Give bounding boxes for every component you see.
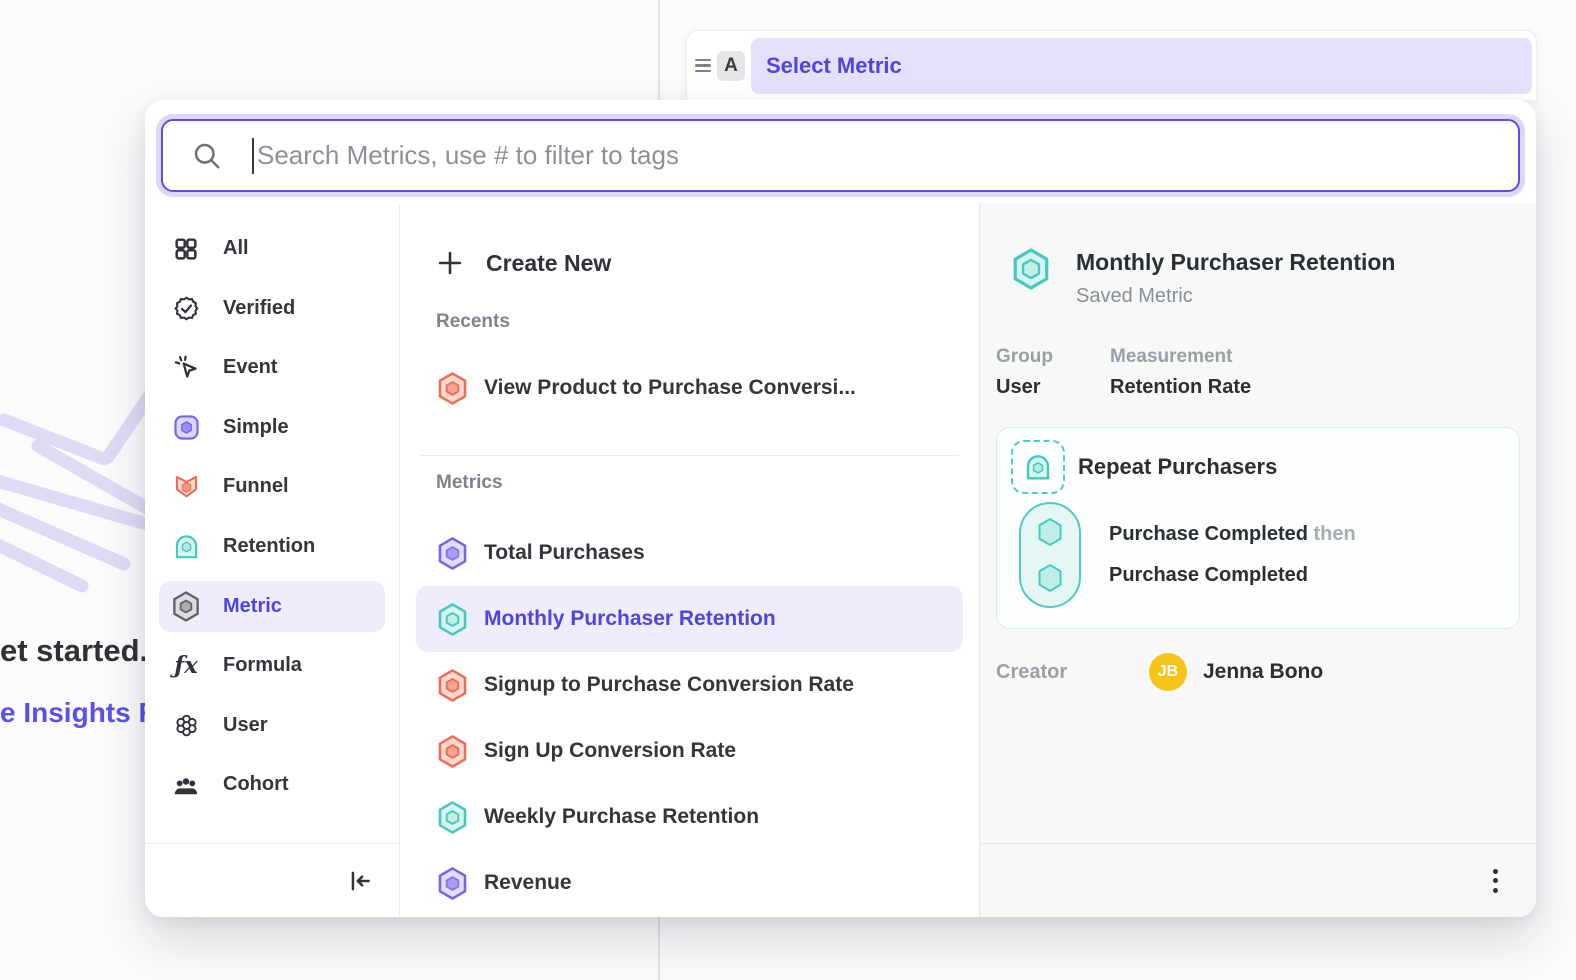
sidebar-item-label: Metric — [223, 595, 282, 618]
metrics-section-header: Metrics — [400, 472, 979, 494]
drag-handle-icon[interactable] — [695, 59, 711, 73]
recent-item[interactable]: View Product to Purchase Conversi... — [416, 355, 963, 421]
definition-steps: Purchase Completed then Purchase Complet… — [1109, 514, 1356, 596]
step-1: Purchase Completed — [1109, 523, 1308, 545]
section-divider — [420, 455, 959, 456]
creator-label: Creator — [996, 661, 1078, 684]
detail-title: Monthly Purchaser Retention — [1076, 247, 1395, 277]
metric-row-badge: A — [717, 51, 745, 81]
metric-item-monthly-purchaser-retention[interactable]: Monthly Purchaser Retention — [416, 586, 963, 652]
more-options-icon[interactable] — [1487, 863, 1504, 899]
background-headline-fragment: et started. — [0, 633, 148, 669]
metric-item-label: Sign Up Conversion Rate — [484, 739, 736, 763]
sidebar-item-label: User — [223, 714, 267, 737]
create-new-label: Create New — [486, 250, 611, 277]
retention-icon — [171, 531, 201, 561]
sidebar-item-label: Cohort — [223, 773, 289, 796]
search-field[interactable] — [161, 119, 1520, 192]
search-input[interactable] — [254, 140, 1500, 171]
avatar: JB — [1149, 653, 1187, 691]
metric-picker-modal: All Verified — [145, 100, 1536, 917]
cohort-icon — [171, 770, 201, 800]
event-sequence-capsule — [1019, 502, 1081, 608]
metric-row-bar: A Select Metric — [686, 30, 1537, 100]
sidebar-item-metric[interactable]: Metric — [159, 581, 385, 632]
measurement-value: Retention Rate — [1110, 376, 1251, 399]
sidebar-item-label: Verified — [223, 297, 295, 320]
collapse-sidebar-icon[interactable] — [347, 868, 373, 894]
recent-item-label: View Product to Purchase Conversi... — [484, 376, 856, 400]
metric-item-signup-to-purchase[interactable]: Signup to Purchase Conversion Rate — [416, 652, 963, 718]
sidebar-item-label: Simple — [223, 416, 289, 439]
measurement-field: Measurement Retention Rate — [1110, 346, 1251, 399]
funnel-icon — [171, 472, 201, 502]
measurement-label: Measurement — [1110, 346, 1251, 368]
event-hexagon-icon — [1035, 562, 1065, 594]
saved-metric-icon — [1010, 247, 1052, 291]
sidebar-item-event[interactable]: Event — [159, 342, 385, 393]
filter-sidebar: All Verified — [145, 203, 400, 917]
group-value: User — [996, 376, 1086, 399]
event-hexagon-icon — [1035, 516, 1065, 548]
cursor-spark-icon — [171, 353, 201, 383]
creator-name: Jenna Bono — [1203, 660, 1323, 684]
metric-icon — [436, 668, 469, 703]
metric-item-weekly-purchase-retention[interactable]: Weekly Purchase Retention — [416, 784, 963, 850]
sidebar-item-retention[interactable]: Retention — [159, 521, 385, 572]
metric-icon — [436, 734, 469, 769]
metric-icon — [436, 866, 469, 901]
sidebar-item-label: Formula — [223, 654, 302, 677]
sidebar-item-user[interactable]: User — [159, 700, 385, 751]
metric-hexagon-icon — [171, 591, 201, 621]
step-2: Purchase Completed — [1109, 564, 1308, 586]
metric-item-label: Total Purchases — [484, 541, 645, 565]
group-field: Group User — [996, 346, 1086, 399]
sidebar-item-formula[interactable]: ƒx Formula — [159, 640, 385, 691]
definition-name: Repeat Purchasers — [1078, 454, 1277, 480]
sidebar-item-label: Retention — [223, 535, 315, 558]
sidebar-footer — [145, 843, 399, 917]
group-label: Group — [996, 346, 1086, 368]
metric-icon — [436, 800, 469, 835]
creator-row: Creator JB Jenna Bono — [996, 653, 1520, 691]
definition-card: Repeat Purchasers Purchase Completed the… — [996, 427, 1520, 629]
plus-icon — [436, 249, 464, 277]
create-new-button[interactable]: Create New — [416, 235, 963, 291]
verified-badge-icon — [171, 293, 201, 323]
metric-item-sign-up-conversion[interactable]: Sign Up Conversion Rate — [416, 718, 963, 784]
step-connector: then — [1314, 523, 1356, 545]
metric-item-revenue[interactable]: Revenue — [416, 850, 963, 916]
metric-icon — [436, 602, 469, 637]
search-icon — [192, 141, 222, 171]
sidebar-item-label: Funnel — [223, 475, 289, 498]
detail-footer — [980, 843, 1536, 917]
sidebar-item-label: All — [223, 237, 249, 260]
results-list: Create New Recents View Product to Purch… — [400, 203, 979, 917]
metric-item-label: Revenue — [484, 871, 572, 895]
user-cluster-icon — [171, 710, 201, 740]
sidebar-item-verified[interactable]: Verified — [159, 283, 385, 334]
simple-metric-icon — [171, 412, 201, 442]
sidebar-item-cohort[interactable]: Cohort — [159, 759, 385, 810]
metric-item-label: Weekly Purchase Retention — [484, 805, 759, 829]
funnel-metric-icon — [436, 371, 469, 406]
sidebar-item-funnel[interactable]: Funnel — [159, 461, 385, 512]
sidebar-item-simple[interactable]: Simple — [159, 402, 385, 453]
metric-item-label: Monthly Purchaser Retention — [484, 607, 776, 631]
sidebar-item-label: Event — [223, 356, 277, 379]
metric-item-total-purchases[interactable]: Total Purchases — [416, 520, 963, 586]
select-metric-button[interactable]: Select Metric — [751, 38, 1532, 94]
grid-icon — [171, 234, 201, 264]
detail-type-label: Saved Metric — [1076, 285, 1395, 308]
formula-icon: ƒx — [171, 651, 201, 681]
metric-icon — [436, 536, 469, 571]
metric-detail-panel: Monthly Purchaser Retention Saved Metric… — [979, 203, 1536, 917]
metric-item-label: Signup to Purchase Conversion Rate — [484, 673, 854, 697]
sidebar-item-all[interactable]: All — [159, 223, 385, 274]
retention-definition-icon — [1011, 440, 1065, 494]
recents-section-header: Recents — [400, 311, 979, 333]
